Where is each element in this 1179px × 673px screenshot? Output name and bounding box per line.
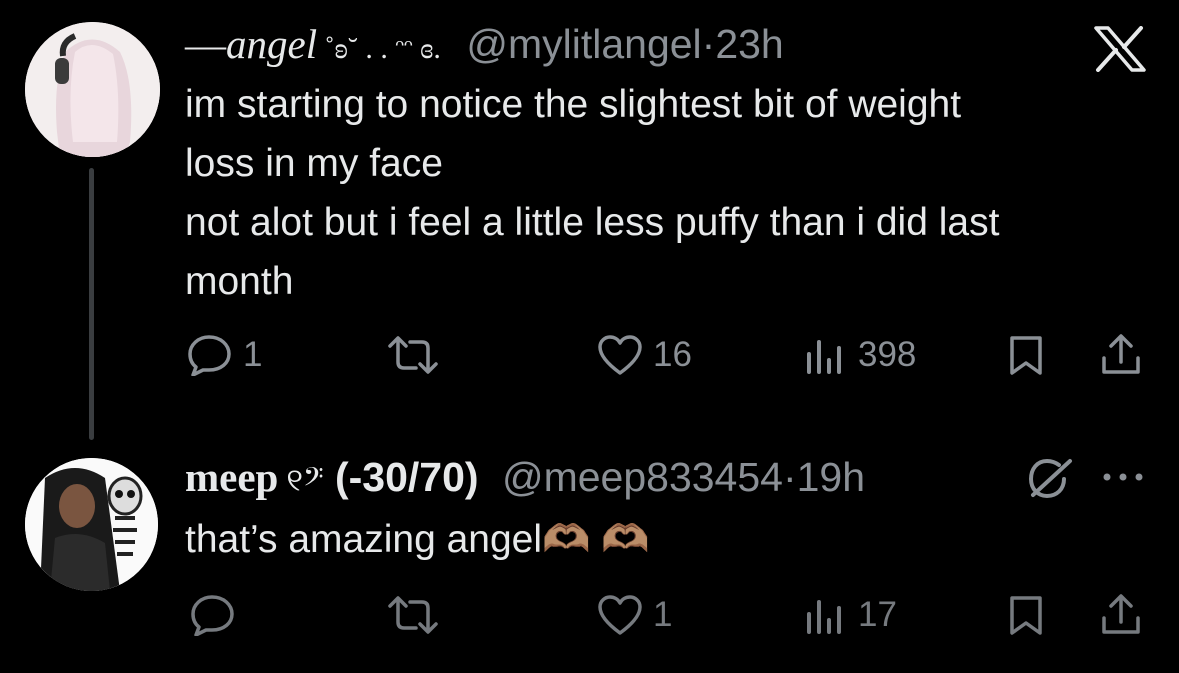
tweet2-like-button[interactable]: 1 [597, 594, 672, 636]
tweet2-header: meep ୧𝄢 (-30/70) @meep833454·19h [185, 453, 865, 501]
speech-bubble-icon [188, 335, 231, 376]
tweet1-reply-button[interactable]: 1 [187, 334, 262, 376]
thread-line [89, 168, 94, 440]
heart-icon [598, 595, 642, 635]
bookmark-icon [1010, 596, 1042, 635]
tweet1-line: im starting to notice the slightest bit … [185, 83, 962, 126]
tweet2-time[interactable]: 19h [797, 454, 865, 500]
tweet2-share-button[interactable] [1099, 592, 1143, 636]
tweet2-views-button[interactable]: 17 [804, 594, 897, 636]
tweet2-separator: · [782, 454, 797, 500]
avatar-angel[interactable] [25, 22, 160, 157]
retweet-icon [388, 336, 438, 374]
bar-chart-icon [807, 600, 841, 634]
tweet1-bookmark-button[interactable] [1006, 334, 1046, 376]
more-dots-icon[interactable] [1100, 470, 1146, 484]
tweet1-views-button[interactable]: 398 [804, 334, 916, 376]
heart-icon [598, 335, 642, 375]
tweet1-line: not alot but i feel a little less puffy … [185, 201, 1000, 244]
tweet2-view-count: 17 [858, 595, 897, 634]
avatar-meep[interactable] [25, 458, 158, 591]
tweet2-reply-button[interactable] [190, 594, 236, 636]
bookmark-icon [1010, 336, 1042, 375]
tweet1-like-count: 16 [653, 335, 692, 374]
retweet-icon [388, 596, 438, 634]
bar-chart-icon [807, 340, 841, 374]
tweet2-text: that’s amazing angel🫶🏽 🫶🏽 [185, 518, 650, 561]
x-logo-icon [1094, 26, 1146, 72]
tweet1-share-button[interactable] [1099, 332, 1143, 376]
tweet1-like-button[interactable]: 16 [597, 334, 692, 376]
tweet1-retweet-button[interactable] [386, 334, 440, 376]
share-icon [1102, 594, 1140, 634]
grok-icon[interactable] [1025, 455, 1075, 503]
tweet1-time[interactable]: 23h [715, 21, 783, 67]
share-icon [1102, 334, 1140, 374]
tweet2-retweet-button[interactable] [386, 594, 440, 636]
tweet2-handle[interactable]: @meep833454 [502, 454, 783, 500]
tweet1-handle[interactable]: @mylitlangel [466, 21, 701, 67]
tweet1-view-count: 398 [858, 335, 917, 374]
tweet1-line: loss in my face [185, 142, 443, 185]
tweet1-header: —angel ˚ʚ˘ . . ᵔᵔ ɞ. @mylitlangel·23h [185, 20, 784, 68]
speech-bubble-icon [191, 595, 234, 636]
tweet1-reply-count: 1 [243, 335, 263, 374]
tweet1-text: im starting to notice the slightest bit … [185, 75, 999, 311]
tweet2-bookmark-button[interactable] [1006, 594, 1046, 636]
tweet1-display-name[interactable]: —angel ˚ʚ˘ . . ᵔᵔ ɞ. [185, 21, 441, 67]
tweet1-line: month [185, 260, 294, 303]
tweet2-display-name[interactable]: meep ୧𝄢 (-30/70) [185, 454, 479, 500]
tweet2-like-count: 1 [653, 595, 673, 634]
tweet1-separator: · [701, 21, 716, 67]
